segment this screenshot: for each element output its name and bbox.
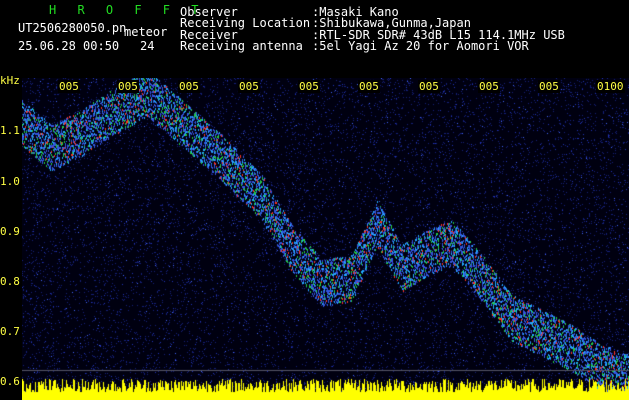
x-tick-6: 005 (418, 80, 440, 93)
spectrogram-plot (22, 78, 629, 400)
filename-label: UT2506280050.pn (18, 21, 127, 35)
y-tick-0-8: 0.8 (0, 275, 20, 288)
y-tick-0-7: 0.7 (0, 325, 20, 338)
info-label-antenna: Receiving antenna (180, 39, 303, 53)
x-tick-7: 005 (478, 80, 500, 93)
x-tick-4: 005 (298, 80, 320, 93)
x-tick-1: 005 (117, 80, 139, 93)
x-tick-3: 005 (238, 80, 260, 93)
y-tick-0-9: 0.9 (0, 225, 20, 238)
info-value-antenna: :5el Yagi Az 20 for Aomori VOR (312, 39, 529, 53)
y-tick-1-0: 1.0 (0, 175, 20, 188)
x-tick-8: 005 (538, 80, 560, 93)
y-unit-label: kHz (0, 74, 20, 87)
count-label: 24 (140, 39, 155, 53)
x-tick-2: 005 (178, 80, 200, 93)
type-label: meteor (124, 25, 168, 39)
datetime-label: 25.06.28 00:50 (18, 39, 120, 53)
y-tick-1-1: 1.1 (0, 124, 20, 137)
y-tick-0-6: 0.6 (0, 375, 20, 388)
x-tick-0: 005 (58, 80, 80, 93)
x-tick-5: 005 (358, 80, 380, 93)
x-tick-9: 0100 (596, 80, 625, 93)
